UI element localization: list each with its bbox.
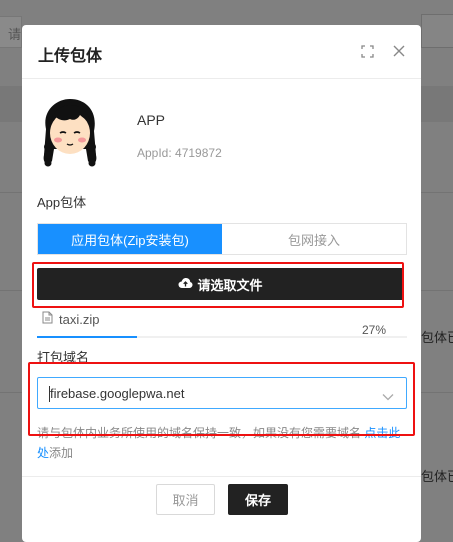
file-icon [42,311,53,327]
upload-progress-fill [37,336,137,338]
app-id: AppId: 4719872 [137,146,222,160]
background-search-input: 请 [0,16,22,48]
maximize-icon[interactable] [359,43,375,59]
background-row-status: 包体已 [421,330,453,345]
package-section-label: App包体 [37,195,87,210]
highlight-box-select-file [32,262,404,308]
close-icon[interactable] [391,43,407,59]
background-row-status: 包体已 [421,469,453,484]
tab-package-network[interactable]: 包网接入 [222,224,406,254]
uploaded-file: taxi.zip [42,311,99,327]
upload-progress-bar [37,336,407,338]
save-button[interactable]: 保存 [228,484,288,515]
app-name: APP [137,112,166,128]
domain-hint-suffix: 添加 [49,446,74,460]
package-type-tabs: 应用包体(Zip安装包) 包网接入 [37,223,407,255]
modal-header: 上传包体 [22,25,421,79]
highlight-box-domain [28,362,415,436]
tab-zip-package[interactable]: 应用包体(Zip安装包) [38,224,222,254]
file-name: taxi.zip [59,311,100,327]
upload-progress-text: 27% [362,323,387,337]
modal-footer [22,476,421,542]
cancel-button[interactable]: 取消 [156,484,215,515]
girl-avatar-icon [36,93,104,171]
modal-title: 上传包体 [38,48,103,65]
background-top-right-control [421,14,453,48]
